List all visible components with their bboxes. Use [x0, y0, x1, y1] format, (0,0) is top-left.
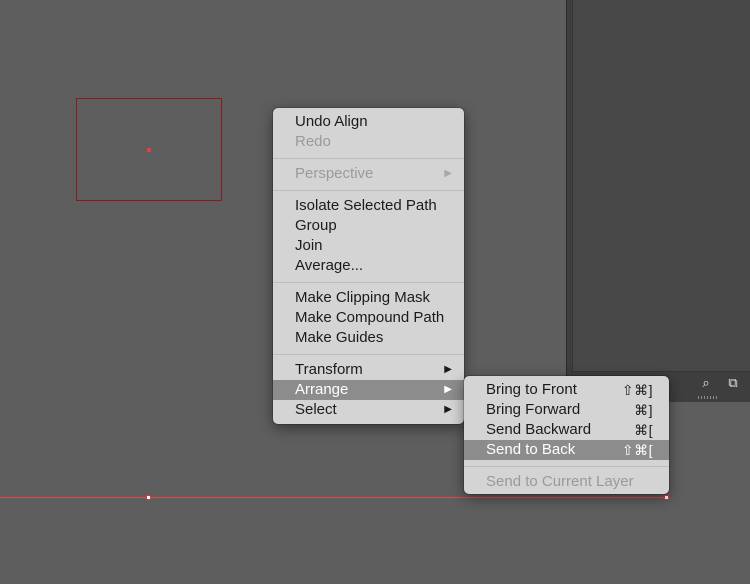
submenu-arrow-icon: ▶	[444, 364, 452, 375]
new-layer-icon[interactable]: ⧉	[724, 374, 742, 392]
context-menu: Undo Align Redo Perspective ▶ Isolate Sel…	[273, 108, 464, 424]
menu-item-bring-forward[interactable]: Bring Forward ⌘]	[464, 400, 669, 420]
menu-item-redo: Redo	[295, 133, 331, 150]
menu-item-send-to-current-layer: Send to Current Layer	[486, 473, 634, 490]
menu-separator	[273, 189, 464, 191]
panel-resize-grip[interactable]	[698, 396, 718, 399]
shortcut-label: ⌘]	[634, 402, 653, 418]
submenu-arrow-icon: ▶	[444, 168, 452, 179]
arrange-submenu: Bring to Front ⇧⌘] Bring Forward ⌘] Send B…	[464, 376, 669, 494]
menu-separator	[273, 281, 464, 283]
menu-item-bring-to-front[interactable]: Bring to Front ⇧⌘]	[464, 380, 669, 400]
menu-item-arrange[interactable]: Arrange ▶	[273, 380, 464, 400]
menu-item-join[interactable]: Join	[273, 236, 464, 256]
shortcut-label: ⇧⌘[	[621, 442, 653, 458]
shortcut-label: ⌘[	[634, 422, 653, 438]
selected-line[interactable]	[0, 497, 668, 498]
line-anchor-handle[interactable]	[664, 495, 669, 500]
search-icon[interactable]: ⌕	[697, 374, 715, 392]
layers-panel-list[interactable]	[572, 0, 750, 372]
menu-item-make-guides[interactable]: Make Guides	[273, 328, 464, 348]
submenu-arrow-icon: ▶	[444, 404, 452, 415]
layers-panel	[566, 0, 750, 402]
menu-separator	[464, 465, 669, 467]
menu-item-group[interactable]: Group	[273, 216, 464, 236]
rectangle-center-point	[147, 148, 151, 152]
menu-item-make-compound-path[interactable]: Make Compound Path	[273, 308, 464, 328]
shortcut-label: ⇧⌘]	[621, 382, 653, 398]
menu-item-make-clipping-mask[interactable]: Make Clipping Mask	[273, 288, 464, 308]
menu-item-isolate-selected-path[interactable]: Isolate Selected Path	[273, 196, 464, 216]
menu-item-transform[interactable]: Transform ▶	[273, 360, 464, 380]
menu-item-undo-align[interactable]: Undo Align	[273, 112, 464, 132]
menu-separator	[273, 157, 464, 159]
menu-item-send-backward[interactable]: Send Backward ⌘[	[464, 420, 669, 440]
menu-item-select[interactable]: Select ▶	[273, 400, 464, 420]
submenu-arrow-icon: ▶	[444, 384, 452, 395]
line-anchor-handle[interactable]	[146, 495, 151, 500]
menu-item-average[interactable]: Average...	[273, 256, 464, 276]
menu-separator	[273, 353, 464, 355]
menu-item-perspective: Perspective ▶	[295, 165, 452, 182]
menu-item-send-to-back[interactable]: Send to Back ⇧⌘[	[464, 440, 669, 460]
